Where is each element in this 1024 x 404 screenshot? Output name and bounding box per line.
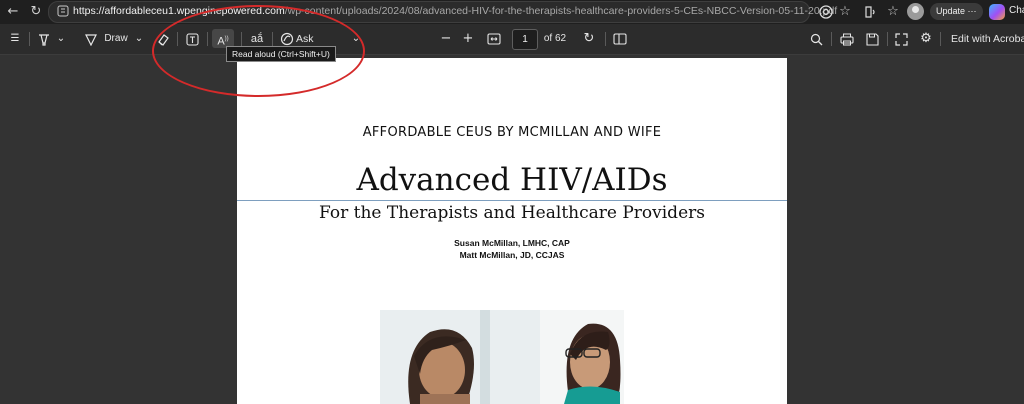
author-line: Susan McMillan, LMHC, CAP (454, 238, 570, 248)
title-rule (237, 200, 787, 201)
page-view-icon[interactable] (613, 33, 627, 45)
print-icon[interactable] (840, 33, 854, 46)
toolbar-divider (605, 32, 606, 46)
url-text: https://affordableceu1.wpenginepowered.c… (73, 5, 837, 17)
back-arrow-icon[interactable]: ← (4, 3, 22, 21)
toolbar-divider (29, 32, 30, 46)
url-path: /wp-content/uploads/2024/08/advanced-HIV… (284, 5, 838, 17)
favorites-list-icon[interactable]: ☆ (884, 3, 902, 21)
fullscreen-icon[interactable] (895, 33, 908, 46)
browser-address-row: ← ↻ https://affordableceu1.wpenginepower… (0, 0, 1024, 24)
page-number-input[interactable]: 1 (512, 29, 538, 50)
toolbar-divider (940, 32, 941, 46)
fit-page-icon[interactable] (487, 33, 501, 45)
favorite-star-icon[interactable]: ☆ (836, 3, 854, 21)
read-aloud-browser-icon[interactable] (862, 4, 878, 20)
document-header: AFFORDABLE CEUS BY MCMILLAN AND WIFE (362, 125, 662, 140)
copilot-chat-button[interactable]: Chat (987, 2, 1024, 22)
address-bar[interactable]: https://affordableceu1.wpenginepowered.c… (48, 1, 837, 23)
copilot-logo-icon (989, 4, 1005, 20)
pdf-page: AFFORDABLE CEUS BY MCMILLAN AND WIFE Adv… (237, 58, 787, 404)
cover-photo (380, 310, 624, 404)
draw-chevron-down-icon[interactable]: ⌄ (133, 30, 145, 48)
ai-mode-icon[interactable] (818, 4, 834, 20)
save-icon[interactable] (866, 33, 879, 46)
annotation-circle (152, 5, 365, 97)
rotate-icon[interactable]: ↻ (581, 30, 597, 48)
contents-list-icon[interactable]: ☰ (6, 30, 24, 48)
page-count: of 62 (543, 33, 567, 44)
zoom-out-icon[interactable]: − (439, 30, 453, 48)
author-line: Matt McMillan, JD, CCJAS (459, 250, 565, 260)
edit-with-acrobat-button[interactable]: Edit with Acrobat (951, 30, 1024, 48)
refresh-icon[interactable]: ↻ (27, 3, 45, 21)
highlight-icon[interactable] (37, 33, 51, 46)
draw-button[interactable]: Draw (101, 30, 131, 48)
draw-pen-icon[interactable] (84, 33, 98, 46)
copilot-chat-label: Chat (1009, 5, 1024, 16)
site-info-icon[interactable] (57, 5, 69, 17)
zoom-in-icon[interactable]: + (461, 30, 475, 48)
document-subtitle: For the Therapists and Healthcare Provid… (319, 203, 705, 223)
profile-avatar[interactable] (907, 3, 924, 20)
document-title: Advanced HIV/AIDs (356, 162, 668, 198)
highlight-chevron-down-icon[interactable]: ⌄ (55, 30, 67, 48)
toolbar-divider (831, 32, 832, 46)
update-button[interactable]: Update ⋯ (930, 3, 983, 20)
search-icon[interactable] (810, 33, 823, 46)
settings-gear-icon[interactable]: ⚙ (918, 30, 934, 48)
toolbar-divider (887, 32, 888, 46)
